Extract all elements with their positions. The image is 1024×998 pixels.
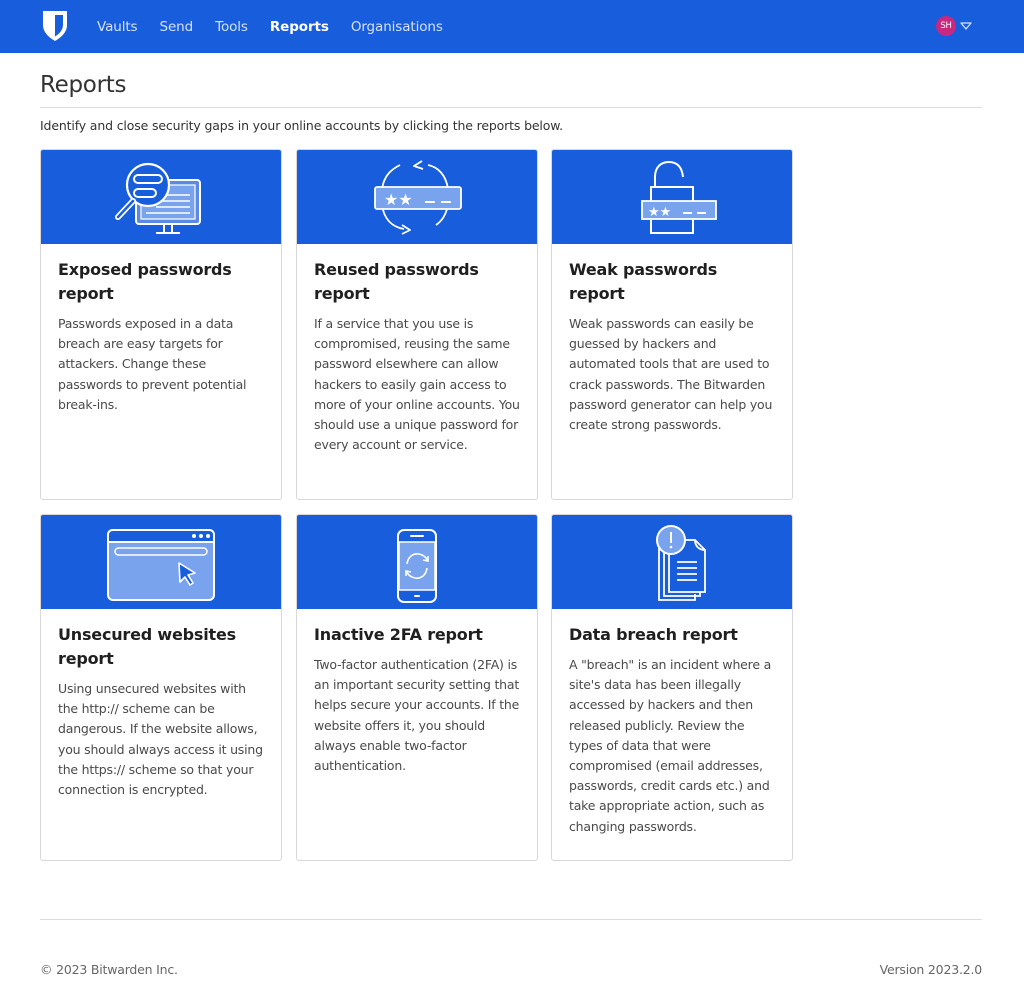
- password-cycle-icon: ★★: [374, 160, 462, 235]
- version-text: Version 2023.2.0: [879, 962, 983, 977]
- card-description: Weak passwords can easily be guessed by …: [569, 316, 773, 433]
- svg-text:★★: ★★: [384, 190, 413, 209]
- nav-send[interactable]: Send: [160, 19, 194, 35]
- card-banner: ★★: [297, 150, 537, 244]
- card-description: If a service that you use is compromised…: [314, 316, 520, 453]
- card-description: Two-factor authentication (2FA) is an im…: [314, 657, 520, 774]
- card-banner: ★★: [552, 150, 792, 244]
- report-card-reused-passwords[interactable]: ★★ Reused passwords report If a service …: [296, 149, 538, 500]
- report-card-unsecured-websites[interactable]: Unsecured websites report Using unsecure…: [40, 514, 282, 861]
- document-alert-icon: [656, 525, 706, 601]
- card-title: Inactive 2FA report: [314, 625, 483, 644]
- nav-reports[interactable]: Reports: [270, 19, 329, 35]
- phone-sync-icon: [397, 529, 437, 603]
- report-card-inactive-2fa[interactable]: Inactive 2FA report Two-factor authentic…: [296, 514, 538, 861]
- card-description: Passwords exposed in a data breach are e…: [58, 316, 247, 412]
- magnifier-monitor-icon: [115, 162, 201, 234]
- nav-vaults[interactable]: Vaults: [97, 19, 138, 35]
- unlocked-padlock-icon: ★★: [641, 160, 717, 234]
- title-divider: [40, 107, 982, 108]
- card-title: Unsecured websites report: [58, 625, 236, 668]
- card-description: A "breach" is an incident where a site's…: [569, 657, 772, 834]
- report-card-weak-passwords[interactable]: ★★ Weak passwords report Weak passwords …: [551, 149, 793, 500]
- chevron-down-icon[interactable]: [960, 21, 972, 31]
- bitwarden-logo-icon[interactable]: [41, 10, 69, 42]
- report-card-data-breach[interactable]: Data breach report A "breach" is an inci…: [551, 514, 793, 861]
- avatar[interactable]: SH: [936, 16, 956, 36]
- report-card-exposed-passwords[interactable]: Exposed passwords report Passwords expos…: [40, 149, 282, 500]
- page-title: Reports: [40, 72, 127, 98]
- account-menu[interactable]: SH: [936, 16, 972, 36]
- svg-text:★★: ★★: [648, 205, 671, 220]
- card-banner: [297, 515, 537, 609]
- card-title: Data breach report: [569, 625, 738, 644]
- top-navbar: Vaults Send Tools Reports Organisations …: [0, 0, 1024, 53]
- card-banner: [552, 515, 792, 609]
- main-nav: Vaults Send Tools Reports Organisations: [97, 0, 465, 53]
- copyright-text: © 2023 Bitwarden Inc.: [40, 962, 178, 977]
- card-title: Exposed passwords report: [58, 260, 232, 303]
- footer-divider: [40, 919, 982, 920]
- card-banner: [41, 150, 281, 244]
- card-banner: [41, 515, 281, 609]
- browser-cursor-icon: [107, 529, 215, 601]
- nav-organisations[interactable]: Organisations: [351, 19, 443, 35]
- page-intro: Identify and close security gaps in your…: [40, 118, 563, 133]
- nav-tools[interactable]: Tools: [215, 19, 248, 35]
- card-description: Using unsecured websites with the http:/…: [58, 681, 263, 798]
- card-title: Reused passwords report: [314, 260, 479, 303]
- card-title: Weak passwords report: [569, 260, 718, 303]
